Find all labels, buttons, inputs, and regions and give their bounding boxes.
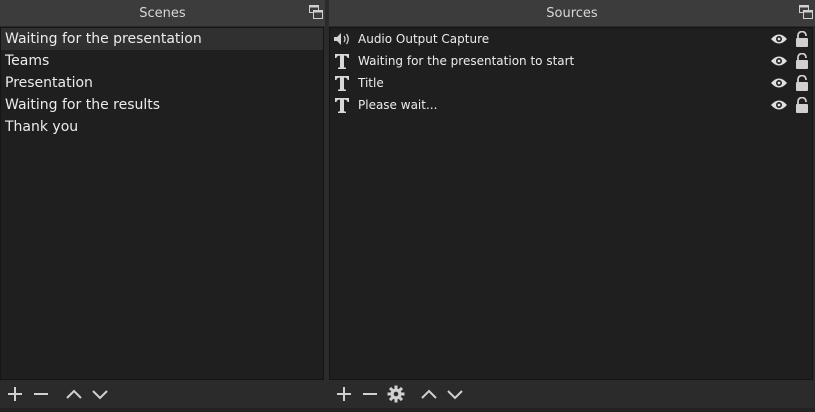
- move-down-icon: [447, 390, 463, 400]
- move-source-down-button[interactable]: [445, 385, 465, 403]
- add-icon: [8, 387, 22, 401]
- source-item[interactable]: Please wait...: [330, 94, 812, 116]
- sources-list[interactable]: Audio Output Capture Waiting for the pre…: [329, 27, 813, 380]
- lock-icon[interactable]: [795, 52, 809, 69]
- scene-item[interactable]: Thank you: [1, 116, 323, 138]
- scene-item[interactable]: Teams: [1, 50, 323, 72]
- scenes-dock-title: Scenes: [0, 0, 325, 26]
- remove-scene-button[interactable]: [31, 385, 51, 403]
- remove-icon: [34, 393, 48, 395]
- text-icon: [333, 53, 351, 69]
- scene-item[interactable]: Presentation: [1, 72, 323, 94]
- bottom-border: [0, 408, 815, 412]
- sources-dock: Sources Audio Output Capture Waiting for…: [329, 0, 815, 408]
- move-source-up-button[interactable]: [419, 385, 439, 403]
- add-scene-button[interactable]: [5, 385, 25, 403]
- move-scene-down-button[interactable]: [90, 385, 110, 403]
- undock-icon[interactable]: [799, 5, 813, 19]
- remove-icon: [363, 393, 377, 395]
- scenes-title-label: Scenes: [139, 5, 186, 21]
- add-icon: [337, 387, 351, 401]
- text-icon: [333, 97, 351, 113]
- eye-icon[interactable]: [770, 99, 788, 111]
- move-up-icon: [421, 389, 437, 399]
- sources-dock-title: Sources: [329, 0, 815, 26]
- add-source-button[interactable]: [334, 385, 354, 403]
- lock-icon[interactable]: [795, 74, 809, 91]
- remove-source-button[interactable]: [360, 385, 380, 403]
- lock-icon[interactable]: [795, 30, 809, 47]
- source-label: Audio Output Capture: [358, 32, 490, 46]
- source-item[interactable]: Audio Output Capture: [330, 28, 812, 50]
- move-scene-up-button[interactable]: [64, 385, 84, 403]
- move-down-icon: [92, 390, 108, 400]
- eye-icon[interactable]: [770, 77, 788, 89]
- scenes-dock: Scenes Waiting for the presentation Team…: [0, 0, 325, 408]
- undock-icon[interactable]: [309, 5, 323, 19]
- source-label: Please wait...: [358, 98, 438, 112]
- sources-title-label: Sources: [546, 5, 598, 21]
- source-label: Title: [358, 76, 384, 90]
- eye-icon[interactable]: [770, 33, 788, 45]
- scene-item[interactable]: Waiting for the results: [1, 94, 323, 116]
- source-item[interactable]: Waiting for the presentation to start: [330, 50, 812, 72]
- scenes-toolbar: [0, 380, 325, 408]
- source-label: Waiting for the presentation to start: [358, 54, 575, 68]
- source-properties-button[interactable]: [386, 385, 406, 403]
- text-icon: [333, 75, 351, 91]
- source-item[interactable]: Title: [330, 72, 812, 94]
- scenes-list[interactable]: Waiting for the presentation Teams Prese…: [0, 27, 324, 380]
- scene-item[interactable]: Waiting for the presentation: [1, 28, 323, 50]
- speaker-icon: [333, 31, 351, 47]
- eye-icon[interactable]: [770, 55, 788, 67]
- gear-icon: [387, 385, 405, 403]
- move-up-icon: [66, 389, 82, 399]
- lock-icon[interactable]: [795, 96, 809, 113]
- sources-toolbar: [329, 380, 815, 408]
